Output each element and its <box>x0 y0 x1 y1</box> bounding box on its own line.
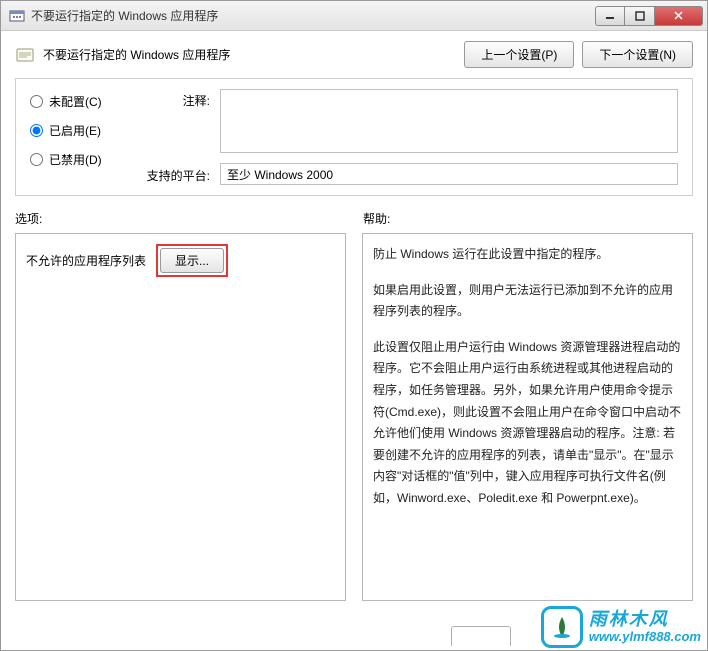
help-p2: 如果启用此设置，则用户无法运行已添加到不允许的应用程序列表的程序。 <box>373 280 682 323</box>
config-section: 未配置(C) 已启用(E) 已禁用(D) 注释: 支持的平台: <box>15 78 693 196</box>
platform-label: 支持的平台: <box>140 164 210 184</box>
watermark-logo-icon <box>541 606 583 648</box>
show-button-highlight: 显示... <box>156 244 228 277</box>
radio-disabled-label: 已禁用(D) <box>49 151 102 168</box>
policy-icon <box>15 45 35 65</box>
options-panel: 不允许的应用程序列表 显示... <box>15 233 346 601</box>
show-button[interactable]: 显示... <box>160 248 224 273</box>
page-title: 不要运行指定的 Windows 应用程序 <box>43 46 230 63</box>
comment-label: 注释: <box>140 89 210 109</box>
radio-enabled-label: 已启用(E) <box>49 122 101 139</box>
close-button[interactable] <box>655 6 703 26</box>
platform-field <box>220 163 678 185</box>
radio-disabled[interactable]: 已禁用(D) <box>30 151 120 168</box>
titlebar-title: 不要运行指定的 Windows 应用程序 <box>31 7 595 24</box>
minimize-button[interactable] <box>595 6 625 26</box>
window-controls <box>595 6 703 26</box>
radio-enabled-input[interactable] <box>30 124 43 137</box>
options-section-label: 选项: <box>15 210 345 227</box>
radio-not-configured-label: 未配置(C) <box>49 93 102 110</box>
watermark-url: www.ylmf888.com <box>589 630 701 644</box>
help-panel: 防止 Windows 运行在此设置中指定的程序。 如果启用此设置，则用户无法运行… <box>362 233 693 601</box>
radio-disabled-input[interactable] <box>30 153 43 166</box>
radio-not-configured-input[interactable] <box>30 95 43 108</box>
help-p1: 防止 Windows 运行在此设置中指定的程序。 <box>373 244 682 266</box>
watermark-name: 雨林木风 <box>589 610 701 630</box>
watermark: 雨林木风 www.ylmf888.com <box>541 606 701 648</box>
radio-not-configured[interactable]: 未配置(C) <box>30 93 120 110</box>
next-setting-button[interactable]: 下一个设置(N) <box>582 41 693 68</box>
ok-button-partial[interactable] <box>451 626 511 646</box>
help-p3: 此设置仅阻止用户运行由 Windows 资源管理器进程启动的程序。它不会阻止用户… <box>373 337 682 510</box>
maximize-button[interactable] <box>625 6 655 26</box>
prev-setting-button[interactable]: 上一个设置(P) <box>464 41 574 68</box>
radio-enabled[interactable]: 已启用(E) <box>30 122 120 139</box>
help-section-label: 帮助: <box>363 210 693 227</box>
help-text: 防止 Windows 运行在此设置中指定的程序。 如果启用此设置，则用户无法运行… <box>373 244 682 510</box>
comment-input[interactable] <box>220 89 678 153</box>
disallowed-list-label: 不允许的应用程序列表 <box>26 252 146 269</box>
titlebar: 不要运行指定的 Windows 应用程序 <box>1 1 707 31</box>
app-icon <box>9 8 25 24</box>
